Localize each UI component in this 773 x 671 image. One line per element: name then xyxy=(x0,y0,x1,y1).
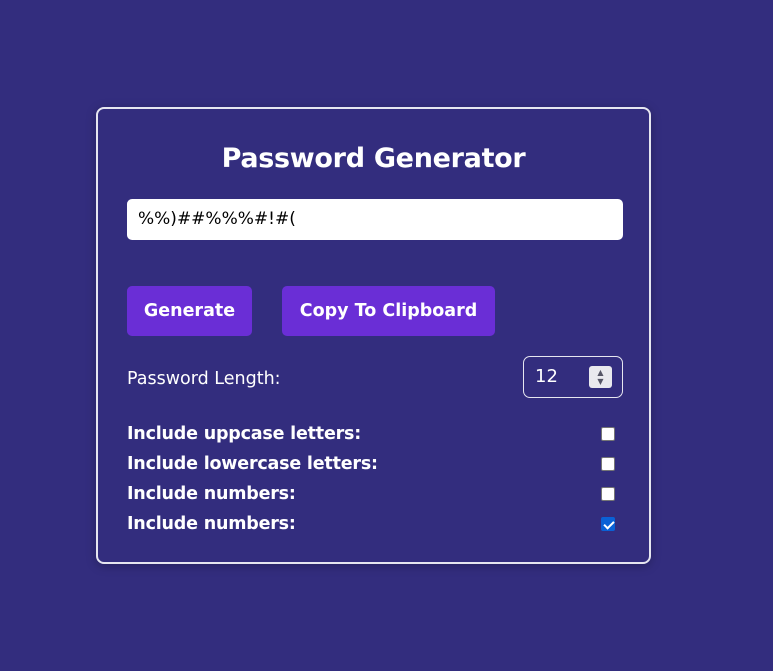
page-title: Password Generator xyxy=(221,143,526,174)
number-spinner[interactable]: ▲ ▼ xyxy=(589,366,612,388)
chevron-up-icon[interactable]: ▲ xyxy=(597,368,603,377)
option-row-numbers: Include numbers: xyxy=(127,480,615,508)
password-length-value: 12 xyxy=(535,366,558,387)
option-label: Include numbers: xyxy=(127,484,296,504)
copy-to-clipboard-button[interactable]: Copy To Clipboard xyxy=(282,286,495,336)
numbers-checkbox-2[interactable] xyxy=(601,517,615,531)
chevron-down-icon[interactable]: ▼ xyxy=(597,377,603,386)
option-label: Include lowercase letters: xyxy=(127,454,378,474)
uppercase-checkbox[interactable] xyxy=(601,427,615,441)
option-row-numbers-2: Include numbers: xyxy=(127,510,615,538)
numbers-checkbox[interactable] xyxy=(601,487,615,501)
password-output-field[interactable]: %%)##%%%#!#( xyxy=(127,199,623,240)
password-length-input[interactable]: 12 ▲ ▼ xyxy=(523,356,623,398)
lowercase-checkbox[interactable] xyxy=(601,457,615,471)
option-row-lowercase: Include lowercase letters: xyxy=(127,450,615,478)
password-generator-card: Password Generator %%)##%%%#!#( Generate… xyxy=(96,107,651,564)
option-label: Include uppcase letters: xyxy=(127,424,362,444)
password-length-label: Password Length: xyxy=(127,369,281,389)
option-row-uppercase: Include uppcase letters: xyxy=(127,420,615,448)
option-label: Include numbers: xyxy=(127,514,296,534)
generate-button[interactable]: Generate xyxy=(127,286,252,336)
